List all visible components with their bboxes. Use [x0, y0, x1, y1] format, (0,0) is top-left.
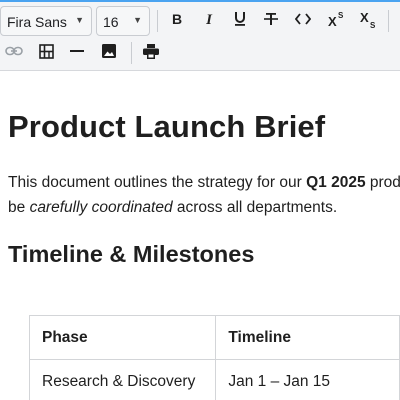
toolbar-separator: [131, 42, 132, 64]
toolbar-separator: [157, 10, 158, 32]
milestones-table: Phase Timeline Research & Discovery Jan …: [28, 315, 400, 400]
toolbar-separator: [388, 10, 389, 32]
document-title: Product Launch Brief: [8, 109, 326, 144]
table-cell: Jan 1 – Jan 15: [215, 359, 400, 400]
subscript-icon: XS: [360, 10, 376, 29]
italic-button[interactable]: I: [195, 5, 223, 33]
paragraph-text: across all departments.: [172, 198, 338, 216]
print-button[interactable]: [137, 37, 165, 65]
paragraph-text: product: [369, 174, 400, 191]
link-button[interactable]: [0, 37, 28, 65]
underline-button[interactable]: [226, 5, 254, 33]
table-row: Research & Discovery Jan 1 – Jan 15: [28, 359, 400, 400]
underline-icon: [235, 12, 245, 26]
table-header-cell: Timeline: [215, 315, 400, 360]
italic-icon: I: [205, 12, 213, 26]
table-icon: [38, 43, 54, 59]
section-heading: Timeline & Milestones: [8, 241, 255, 267]
chevron-down-icon: ▼: [75, 15, 84, 25]
paragraph-text: be: [8, 198, 30, 216]
svg-text:I: I: [205, 12, 213, 26]
horizontal-rule-icon: [70, 50, 84, 52]
intro-paragraph: This document outlines the strategy for …: [8, 171, 400, 220]
bold-text: Q1 2025: [306, 174, 366, 191]
bold-button[interactable]: B: [163, 5, 191, 33]
subscript-button[interactable]: XS: [354, 5, 382, 33]
image-button[interactable]: [95, 37, 123, 65]
svg-text:X: X: [360, 10, 369, 25]
superscript-button[interactable]: XS: [322, 5, 350, 33]
code-icon: [295, 13, 311, 25]
table-header-row: Phase Timeline: [28, 315, 400, 360]
document-editor[interactable]: Product Launch Brief This document outli…: [0, 71, 400, 400]
chevron-down-icon: ▼: [133, 15, 142, 25]
link-icon: [5, 46, 23, 56]
code-button[interactable]: [289, 5, 317, 33]
font-size-value: 16: [103, 14, 119, 30]
editor-toolbar: Fira Sans ▼ 16 ▼ B I XS XS: [0, 2, 400, 71]
svg-text:B: B: [172, 12, 182, 26]
svg-text:S: S: [338, 11, 344, 20]
svg-text:S: S: [370, 21, 376, 29]
strikethrough-button[interactable]: [257, 5, 285, 33]
paragraph-text: This document outlines the strategy for …: [8, 174, 307, 191]
table-button[interactable]: [32, 37, 60, 65]
svg-text:X: X: [328, 14, 337, 28]
bold-icon: B: [172, 12, 182, 26]
table-header-cell: Phase: [28, 315, 217, 360]
horizontal-rule-button[interactable]: [63, 37, 91, 65]
font-size-select[interactable]: 16 ▼: [96, 6, 150, 36]
print-icon: [143, 43, 159, 59]
font-family-value: Fira Sans: [7, 14, 67, 30]
table-cell: Research & Discovery: [28, 359, 217, 400]
superscript-icon: XS: [328, 11, 344, 28]
italic-text: carefully coordinated: [29, 198, 173, 216]
image-icon: [102, 44, 116, 58]
font-family-select[interactable]: Fira Sans ▼: [0, 6, 92, 36]
strikethrough-icon: [264, 13, 278, 25]
